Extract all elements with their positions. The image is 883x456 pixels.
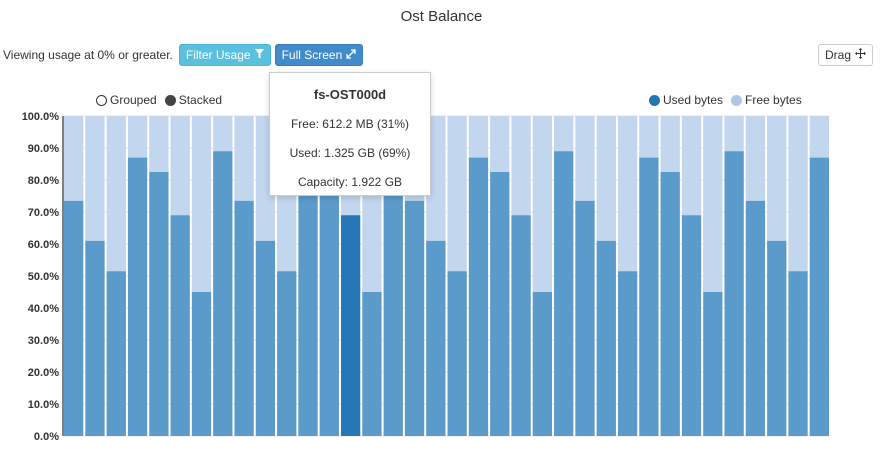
- y-tick-label: 100.0%: [22, 111, 60, 123]
- bar-free-bytes[interactable]: [511, 116, 531, 216]
- bar-free-bytes[interactable]: [660, 116, 680, 172]
- bar-used-bytes[interactable]: [170, 215, 190, 436]
- bar-free-bytes[interactable]: [809, 116, 829, 158]
- bar-used-bytes[interactable]: [809, 157, 829, 436]
- tooltip-used: Used: 1.325 GB (69%): [289, 146, 411, 160]
- bar-free-bytes[interactable]: [191, 116, 212, 292]
- bar-free-bytes[interactable]: [447, 116, 467, 272]
- bar-used-bytes[interactable]: [447, 271, 467, 436]
- y-tick-label: 20.0%: [28, 367, 59, 379]
- bar-used-bytes[interactable]: [362, 292, 382, 436]
- bar-free-bytes[interactable]: [170, 116, 190, 216]
- bar-free-bytes[interactable]: [788, 116, 808, 272]
- y-tick-label: 50.0%: [28, 271, 59, 283]
- ost-balance-chart: 0.0% 10.0% 20.0% 30.0% 40.0% 50.0% 60.0% 70.0% 8…: [22, 111, 830, 443]
- y-tick-label: 80.0%: [28, 175, 59, 187]
- bar-used-bytes[interactable]: [404, 200, 425, 436]
- bar-free-bytes[interactable]: [106, 116, 126, 272]
- bar-free-bytes[interactable]: [575, 116, 595, 201]
- y-tick-label: 70.0%: [28, 207, 59, 219]
- tooltip-capacity: Capacity: 1.922 GB: [297, 175, 403, 189]
- bar-used-bytes[interactable]: [298, 157, 318, 436]
- bar-free-bytes[interactable]: [703, 116, 723, 292]
- bar-used-bytes[interactable]: [554, 151, 574, 436]
- y-tick-label: 90.0%: [28, 143, 59, 155]
- bar-free-bytes[interactable]: [490, 116, 510, 172]
- bar-used-bytes[interactable]: [596, 240, 616, 436]
- bar-used-bytes[interactable]: [127, 157, 148, 436]
- bar-used-bytes[interactable]: [745, 200, 766, 436]
- tooltip-title: fs-OST000d: [313, 87, 387, 102]
- bar-used-bytes[interactable]: [468, 157, 489, 436]
- bar-used-bytes[interactable]: [681, 215, 702, 436]
- bar-used-bytes[interactable]: [426, 240, 446, 436]
- bar-free-bytes[interactable]: [596, 116, 616, 241]
- bar-used-bytes[interactable]: [64, 200, 84, 436]
- y-tick-label: 30.0%: [28, 335, 59, 347]
- bar-used-bytes[interactable]: [511, 215, 531, 436]
- bar-free-bytes[interactable]: [468, 116, 489, 158]
- bar-free-bytes[interactable]: [681, 116, 702, 216]
- bar-free-bytes[interactable]: [724, 116, 744, 152]
- bar-free-bytes[interactable]: [745, 116, 766, 201]
- bar-used-bytes[interactable]: [277, 271, 297, 436]
- bar-used-bytes[interactable]: [191, 292, 212, 436]
- bar-used-bytes[interactable]: [490, 172, 510, 436]
- bar-free-bytes[interactable]: [213, 116, 233, 152]
- bar-used-bytes[interactable]: [255, 240, 276, 436]
- y-tick-label: 0.0%: [34, 431, 59, 443]
- bar-free-bytes[interactable]: [639, 116, 659, 158]
- bar-free-bytes[interactable]: [149, 116, 169, 172]
- bar-used-bytes[interactable]: [319, 172, 339, 436]
- bar-used-bytes[interactable]: [213, 151, 233, 436]
- bar-free-bytes[interactable]: [85, 116, 105, 241]
- bar-used-bytes[interactable]: [532, 292, 553, 436]
- bar-used-bytes[interactable]: [85, 240, 105, 436]
- bar-used-bytes[interactable]: [106, 271, 126, 436]
- y-tick-label: 60.0%: [28, 239, 59, 251]
- bar-used-bytes[interactable]: [724, 151, 744, 436]
- bar-used-bytes[interactable]: [234, 200, 254, 436]
- y-tick-label: 40.0%: [28, 303, 59, 315]
- bar-used-bytes[interactable]: [639, 157, 659, 436]
- bar-used-bytes[interactable]: [575, 200, 595, 436]
- bar-free-bytes[interactable]: [554, 116, 574, 152]
- bar-free-bytes[interactable]: [767, 116, 787, 241]
- bar-used-bytes[interactable]: [660, 172, 680, 436]
- bar-free-bytes[interactable]: [617, 116, 638, 272]
- bar-free-bytes[interactable]: [234, 116, 254, 201]
- bar-used-bytes[interactable]: [703, 292, 723, 436]
- tooltip-free: Free: 612.2 MB (31%): [290, 117, 410, 131]
- bar-free-bytes[interactable]: [532, 116, 553, 292]
- y-tick-label: 10.0%: [28, 399, 59, 411]
- bar-used-bytes[interactable]: [788, 271, 808, 436]
- bar-tooltip: fs-OST000d Free: 612.2 MB (31%) Used: 1.…: [269, 72, 431, 196]
- bar-used-bytes[interactable]: [767, 240, 787, 436]
- bar-used-bytes[interactable]: [340, 215, 361, 436]
- bar-free-bytes[interactable]: [127, 116, 148, 158]
- bar-free-bytes[interactable]: [64, 116, 84, 201]
- bar-used-bytes[interactable]: [617, 271, 638, 436]
- bar-used-bytes[interactable]: [149, 172, 169, 436]
